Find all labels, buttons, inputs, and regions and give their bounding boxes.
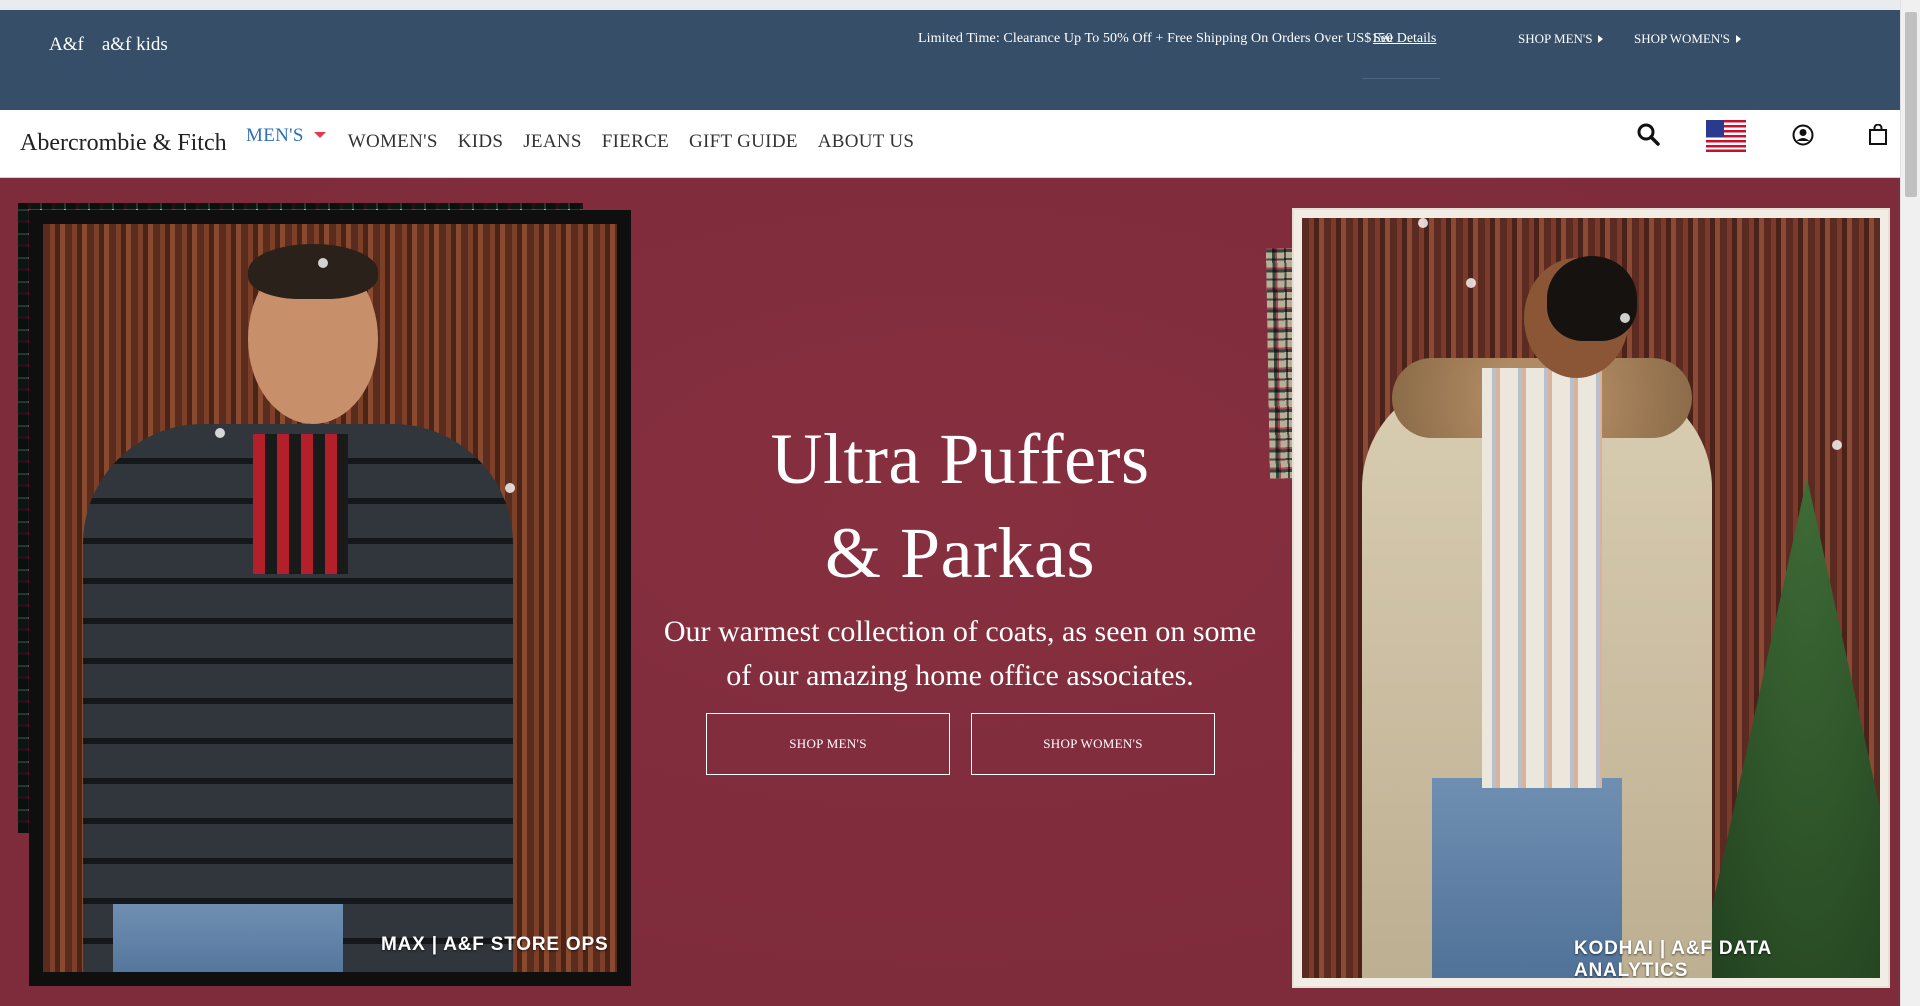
shop-mens-button[interactable]: SHOP MEN'S — [706, 713, 950, 775]
nav-item-kids[interactable]: KIDS — [458, 131, 504, 153]
scarf-illustration — [1482, 368, 1602, 788]
account-icon[interactable] — [1792, 124, 1814, 151]
snowflake-decoration — [1620, 313, 1630, 323]
snowflake-decoration — [505, 483, 515, 493]
snowflake-decoration — [215, 428, 225, 438]
nav-item-jeans[interactable]: JEANS — [523, 131, 582, 153]
hero-title: Ultra Puffers & Parkas — [700, 412, 1220, 600]
caret-down-icon — [313, 132, 326, 138]
snowflake-decoration — [1418, 218, 1428, 228]
page-scrollbar[interactable] — [1900, 0, 1920, 1006]
nav-item-womens[interactable]: WOMEN'S — [348, 131, 438, 153]
promo-banner: A&f a&f kids Limited Time: Clearance Up … — [0, 10, 1900, 110]
nav-menu: MEN'S WOMEN'S KIDS JEANS FIERCE GIFT GUI… — [246, 125, 934, 153]
search-icon[interactable] — [1636, 122, 1662, 153]
brand-switcher: A&f a&f kids — [49, 34, 168, 56]
promo-shop-mens-label: SHOP MEN'S — [1518, 31, 1593, 46]
promo-shop-womens-label: SHOP WOMEN'S — [1634, 31, 1730, 46]
hero-title-line2: & Parkas — [825, 513, 1095, 593]
caption-right: KODHAI | A&F DATA ANALYTICS — [1574, 938, 1772, 981]
nav-item-fierce[interactable]: FIERCE — [602, 131, 669, 153]
snowflake-decoration — [1832, 440, 1842, 450]
snowflake-decoration — [1466, 278, 1476, 288]
caret-right-icon — [1598, 35, 1604, 43]
snowflake-decoration — [318, 258, 328, 268]
see-details-link[interactable]: See Details — [1373, 31, 1436, 47]
jeans-illustration — [113, 904, 343, 972]
caret-right-icon — [1735, 35, 1741, 43]
hero-photo-mens[interactable]: MAX | A&F STORE OPS — [29, 210, 631, 986]
nav-item-gift-guide[interactable]: GIFT GUIDE — [689, 131, 798, 153]
caption-left: MAX | A&F STORE OPS — [381, 934, 609, 955]
shopping-bag-icon[interactable] — [1868, 123, 1888, 151]
brand-link-af-kids[interactable]: a&f kids — [102, 34, 168, 56]
nav-item-mens[interactable]: MEN'S — [246, 125, 326, 147]
brand-link-af[interactable]: A&f — [49, 34, 84, 56]
us-flag-icon[interactable] — [1706, 120, 1746, 157]
hero-subtitle: Our warmest collection of coats, as seen… — [663, 615, 1257, 692]
site-logo[interactable]: Abercrombie & Fitch — [20, 130, 227, 157]
hero-photo-womens[interactable]: KODHAI | A&F DATA ANALYTICS — [1294, 210, 1888, 986]
details-divider — [1362, 78, 1440, 79]
plaid-shirt-illustration — [253, 434, 348, 574]
shop-womens-button[interactable]: SHOP WOMEN'S — [971, 713, 1215, 775]
nav-item-about-us[interactable]: ABOUT US — [818, 131, 915, 153]
main-navigation: Abercrombie & Fitch MEN'S WOMEN'S KIDS J… — [0, 110, 1900, 178]
nav-item-label: MEN'S — [246, 125, 304, 146]
promo-message: Limited Time: Clearance Up To 50% Off + … — [918, 31, 1393, 46]
promo-shop-womens-link[interactable]: SHOP WOMEN'S — [1634, 31, 1741, 47]
browser-top-strip — [0, 0, 1920, 10]
promo-shop-mens-link[interactable]: SHOP MEN'S — [1518, 31, 1604, 47]
hero-title-line1: Ultra Puffers — [770, 419, 1150, 499]
hero-banner[interactable]: MAX | A&F STORE OPS KODHAI | A&F DATA AN… — [0, 178, 1900, 1006]
pine-tree-illustration — [1692, 478, 1880, 978]
scrollbar-thumb[interactable] — [1905, 12, 1917, 197]
woman-hair-illustration — [1547, 256, 1637, 341]
man-hair-illustration — [248, 244, 378, 299]
